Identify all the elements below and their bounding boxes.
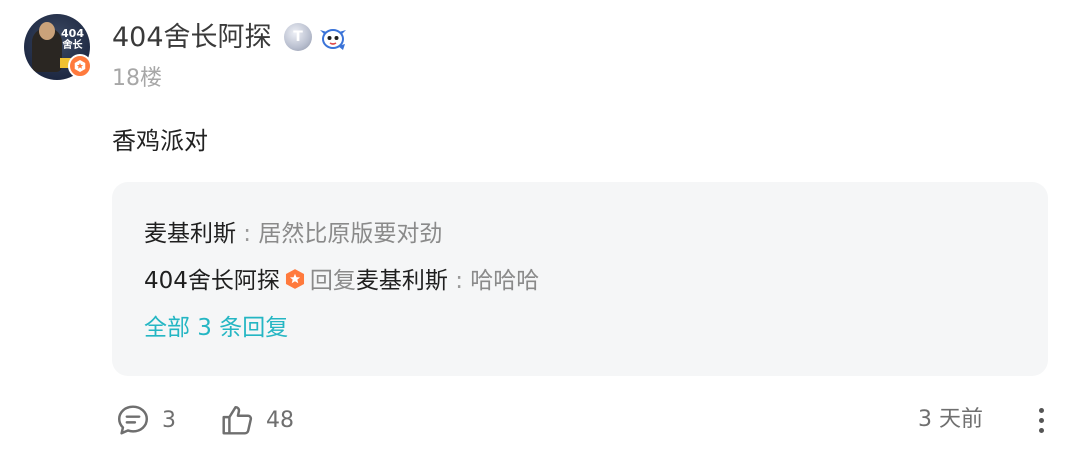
avatar-caption: 404 舍长	[61, 28, 84, 52]
reply-separator: :	[236, 221, 259, 247]
more-dot	[1038, 407, 1044, 413]
reply-item[interactable]: 404舍长阿探 回复麦基利斯 : 哈哈哈	[144, 265, 539, 297]
comment-icon	[117, 405, 149, 435]
avatar-person-figure	[32, 22, 62, 72]
like-count: 48	[266, 407, 294, 433]
like-button[interactable]: 48	[218, 398, 294, 442]
reply-item[interactable]: 麦基利斯 : 居然比原版要对劲	[144, 218, 442, 250]
reply-preview-box[interactable]: 麦基利斯 : 居然比原版要对劲 404舍长阿探 回复麦基利斯 : 哈哈哈 全部 …	[112, 182, 1048, 376]
verified-badge-icon	[68, 54, 92, 78]
more-dot	[1038, 427, 1044, 433]
comment-content: 香鸡派对	[112, 127, 208, 155]
comment-post: 404 舍长 404舍长阿探 T 18楼 香鸡派对 麦基利斯 : 居然比原版要对…	[0, 0, 1080, 452]
level-badge-letter: T	[293, 29, 303, 45]
reply-author[interactable]: 麦基利斯	[144, 221, 236, 247]
reply-author[interactable]: 404舍长阿探	[144, 268, 280, 294]
reply-text: 哈哈哈	[470, 268, 540, 294]
avatar-caption-number: 404	[61, 27, 84, 40]
avatar-caption-title: 舍长	[62, 40, 83, 51]
thumbs-up-icon	[222, 405, 253, 435]
author-name[interactable]: 404舍长阿探	[112, 20, 272, 56]
more-vertical-icon[interactable]	[1030, 402, 1052, 438]
view-all-replies-link[interactable]: 全部 3 条回复	[144, 312, 288, 344]
hexagon-star-icon	[285, 269, 304, 289]
post-timestamp: 3 天前	[918, 407, 983, 432]
comment-button[interactable]: 3	[114, 398, 176, 442]
comment-count: 3	[162, 407, 176, 433]
mascot-icon	[320, 29, 346, 50]
level-badge-icon: T	[284, 23, 312, 51]
reply-keyword: 回复	[309, 268, 356, 294]
action-bar: 3 48 3 天前	[0, 398, 1080, 442]
floor-number: 18楼	[112, 66, 162, 91]
reply-target-user[interactable]: 麦基利斯	[356, 268, 448, 294]
reply-separator: :	[447, 268, 471, 294]
hexagon-star-icon	[74, 60, 86, 72]
reply-text: 居然比原版要对劲	[258, 221, 443, 247]
more-dot	[1038, 417, 1044, 423]
